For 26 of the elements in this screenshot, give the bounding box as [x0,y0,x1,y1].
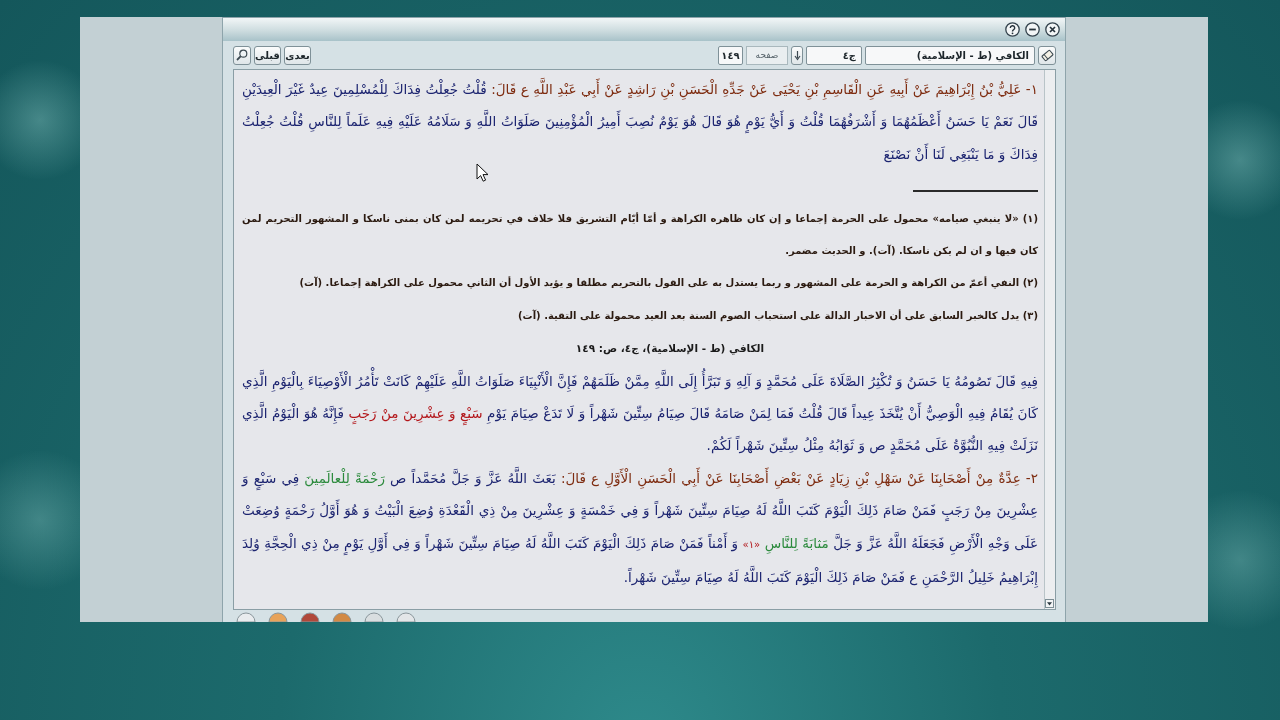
previous-page-button[interactable]: قبلى [254,45,281,65]
volume-field[interactable]: ج٤ [806,45,862,65]
hadith-paragraph: ١- عَلِيُّ بْنُ إِبْرَاهِيمَ عَنْ أَبِيهِ عَنِ الْقَاسِمِ بْنِ يَحْيَى عَنْ جَدِّهِ الْحَسَنِ بْنِ رَاشِدٍ عَنْ أَبِي عَبْدِ اللَّهِ ع قَالَ: قُلْتُ جُعِلْتُ فِدَاكَ لِلْمُسْلِمِينَ عِيدٌ غَيْرَ الْعِيدَيْنِ قَالَ نَعَمْ يَا حَسَنُ أَعْظَمُهُمَا وَ أَشْرَفُهُمَا قُلْتُ وَ أَيُّ يَوْمٍ هُوَ قَالَ هُوَ يَوْمٌ نُصِبَ أَمِيرُ الْمُؤْمِنِينَ صَلَوَاتُ اللَّهِ وَ سَلَامُهُ عَلَيْهِ فِيهِ عَلَماً لِلنَّاسِ قُلْتُ جُعِلْتُ فِدَاكَ وَ مَا يَنْبَغِي لَنَا أَنْ نَصْنَعَ [242,73,1038,171]
search-icon [236,49,248,61]
go-button[interactable] [791,45,803,65]
scrollbar-track[interactable] [1044,70,1055,609]
mouse-pointer-icon [476,163,488,182]
down-arrow-icon [793,49,801,61]
book-title-field[interactable]: الكافي (ط - الإسلامية) [865,45,1035,65]
next-page-button[interactable]: بعدى [284,45,311,65]
close-icon[interactable] [1045,22,1060,37]
hadith-paragraph: فِيهِ قَالَ تَصُومُهُ يَا حَسَنُ وَ تُكْثِرُ الصَّلَاةَ عَلَى مُحَمَّدٍ وَ آلِهِ وَ تَبَرَّأُ إِلَى اللَّهِ مِمَّنْ ظَلَمَهُمْ فَإِنَّ الْأَنْبِيَاءَ صَلَوَاتُ اللَّهِ عَلَيْهِمْ كَانَتْ تَأْمُرُ الْأَوْصِيَاءَ بِالْيَوْمِ الَّذِي كَانَ يُقَامُ فِيهِ الْوَصِيُّ أَنْ يُتَّخَذَ عِيداً قَالَ قُلْتُ فَمَا لِمَنْ صَامَهُ قَالَ صِيَامُ سِتِّينَ شَهْراً وَ لَا تَدَعْ صِيَامَ يَوْمِ سَبْعٍ وَ عِشْرِينَ مِنْ رَجَبٍ فَإِنَّهُ هُوَ الْيَوْمُ الَّذِي نَزَلَتْ فِيهِ النُّبُوَّةُ عَلَى مُحَمَّدٍ ص وَ ثَوَابُهُ مِثْلُ سِتِّينَ شَهْراً لَكُمْ. [242,364,1038,462]
eraser-button[interactable] [1038,45,1056,65]
footnote-text: (٣) يدل كالخبر السابق على أن الاخبار الدالة على استحباب الصوم السنة بعد العيد محمولة على التقية. (آت) [517,308,1038,324]
footnote-text: (١) «لا ينبغي صيامه» محمول على الحرمة إجماعا و إن كان ظاهره الكراهة و أمّا أيّام التشريق فلا خلاف في تحريمه لمن كان بمنى ناسكا و المشهور التحريم لمن كان فيها و ان لم يكن ناسكا. (آت). و الحديث مضمر. [242,211,1038,259]
footnote-text: (٢) النفي أعمّ من الكراهة و الحرمة على المشهور و ربما يستدل به على القول بالتحريم مطلقا و يؤيد الأول أن الثاني محمول على الكراهة إجماعا. (آت) [298,275,1038,291]
scroll-down-arrow-icon[interactable] [1045,599,1054,608]
page-header: الكافي (ط - الإسلامية)، ج٤، ص: ١٤٩ [574,341,766,357]
round-button-icon[interactable] [300,612,320,622]
hadith-paragraph: ٢- عِدَّةٌ مِنْ أَصْحَابِنَا عَنْ سَهْلِ بْنِ زِيَادٍ عَنْ بَعْضِ أَصْحَابِنَا عَنْ أَبِي الْحَسَنِ الْأَوَّلِ ع قَالَ: بَعَثَ اللَّهُ عَزَّ وَ جَلَّ مُحَمَّداً ص رَحْمَةً لِلْعالَمِينَ فِي سَبْعٍ وَ عِشْرِينَ مِنْ رَجَبٍ فَمَنْ صَامَ ذَلِكَ الْيَوْمَ كَتَبَ اللَّهُ لَهُ صِيَامَ سِتِّينَ شَهْراً وَ فِي خَمْسَةٍ وَ عِشْرِينَ مِنْ ذِي الْقَعْدَةِ وُضِعَ الْبَيْتُ وَ هُوَ أَوَّلُ رَحْمَةٍ وُضِعَتْ عَلَى وَجْهِ الْأَرْضِ فَجَعَلَهُ اللَّهُ عَزَّ وَ جَلَّ مَثابَةً لِلنَّاسِ «١» وَ أَمْناً فَمَنْ صَامَ ذَلِكَ الْيَوْمَ كَتَبَ اللَّهُ لَهُ صِيَامَ سِتِّينَ شَهْراً وَ فِي أَوَّلِ يَوْمٍ مِنْ ذِي الْحِجَّةِ وُلِدَ إِبْرَاهِيمُ خَلِيلُ الرَّحْمَنِ ع فَمَنْ صَامَ ذَلِكَ الْيَوْمَ كَتَبَ اللَّهُ لَهُ صِيَامَ سِتِّينَ شَهْراً. [242,466,1038,590]
page-number-field[interactable]: ١٤٩ [718,45,743,65]
help-icon[interactable] [1005,22,1020,37]
minimize-icon[interactable] [1025,22,1040,37]
eraser-icon [1040,48,1054,62]
page-label: صفحه [746,45,788,65]
search-button[interactable] [233,45,251,65]
